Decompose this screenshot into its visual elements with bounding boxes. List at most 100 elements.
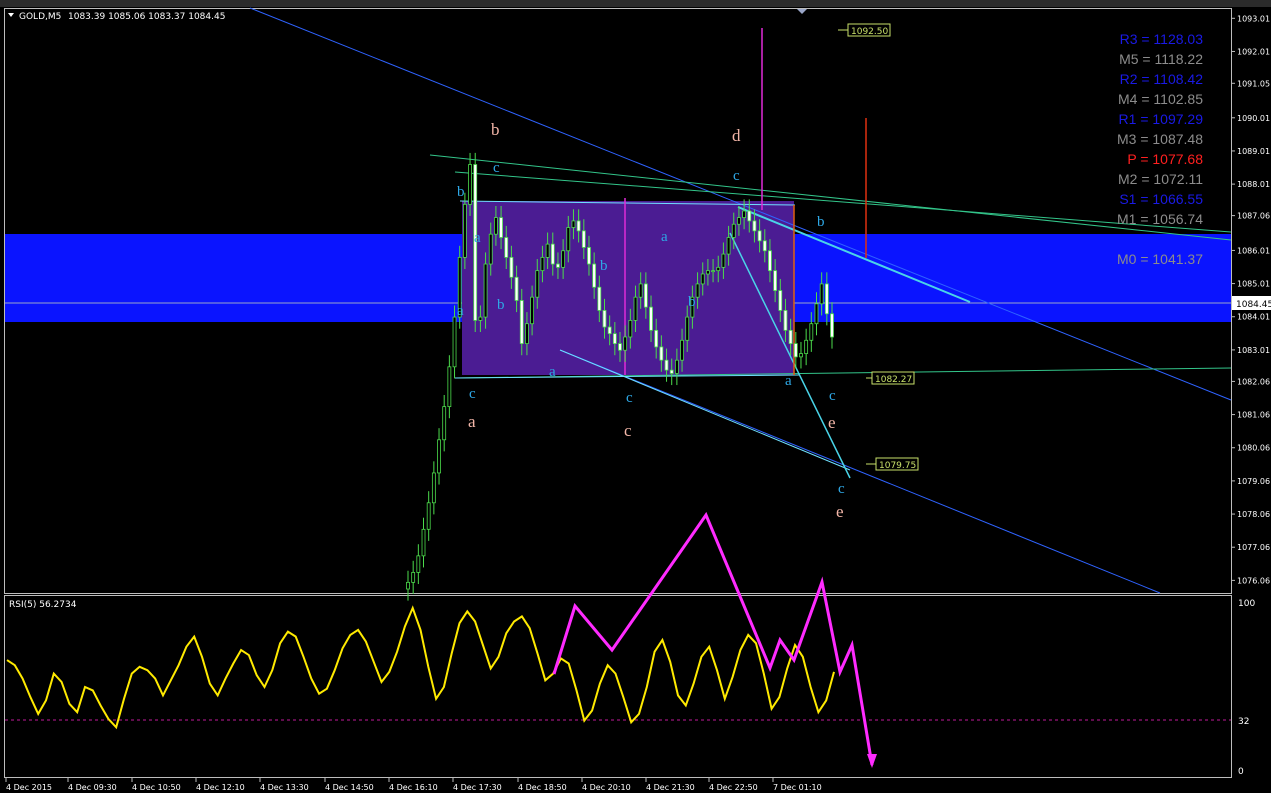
- candle-body: [556, 263, 560, 268]
- price-tick-label: 1090.01: [1237, 114, 1270, 123]
- candle-body: [426, 502, 431, 530]
- candle-body: [819, 283, 824, 305]
- pivot-level-label: M4 = 1102.85: [1118, 91, 1203, 107]
- pivot-level-label: M3 = 1087.48: [1117, 131, 1203, 147]
- candle-body: [468, 164, 472, 205]
- current-price-value: 1084.45: [1236, 300, 1271, 310]
- candle-body: [711, 270, 715, 273]
- wave-label: b: [497, 297, 505, 313]
- svg-text:32: 32: [1238, 717, 1249, 727]
- candle-body: [706, 270, 710, 275]
- wave-label: c: [829, 388, 836, 404]
- candle-body: [411, 572, 416, 583]
- candle-body: [618, 343, 622, 351]
- rsi-axis: 100 32 0: [1238, 599, 1255, 777]
- time-tick-label: 4 Dec 17:30: [453, 783, 502, 792]
- price-tick-label: 1088.01: [1237, 180, 1270, 189]
- wave-label: a: [785, 373, 792, 389]
- svg-text:1079.75: 1079.75: [879, 461, 916, 471]
- wave-label: c: [733, 168, 740, 184]
- price-tick-label: 1078.06: [1237, 510, 1270, 519]
- time-tick-label: 4 Dec 09:30: [68, 783, 117, 792]
- svg-text:1082.27: 1082.27: [875, 375, 912, 385]
- time-tick-label: 4 Dec 21:30: [646, 783, 695, 792]
- wave-label: b: [457, 184, 465, 200]
- candle-body: [633, 296, 638, 321]
- wave-label: c: [469, 386, 476, 402]
- price-tick-label: 1092.01: [1237, 47, 1270, 56]
- candle-body: [674, 359, 679, 374]
- candle-body: [747, 210, 752, 222]
- candle-body: [587, 247, 591, 265]
- rsi-title: RSI(5) 56.2734: [9, 600, 77, 610]
- pivot-level-label: R3 = 1128.03: [1120, 31, 1204, 47]
- candle-body: [488, 233, 493, 265]
- price-tick-label: 1091.05: [1237, 79, 1270, 88]
- current-price-tag: 1084.45: [1232, 296, 1271, 310]
- candle-body: [550, 243, 555, 265]
- candle-body: [793, 343, 798, 358]
- candle-body: [762, 240, 767, 252]
- candle-body: [494, 217, 498, 235]
- pivot-level-label: R2 = 1108.42: [1120, 71, 1204, 87]
- candle-body: [421, 528, 426, 557]
- svg-text:100: 100: [1238, 599, 1255, 609]
- wave-label: b: [600, 258, 608, 274]
- candle-body: [721, 253, 726, 268]
- price-tick-label: 1081.06: [1237, 411, 1270, 420]
- candle-body: [452, 316, 457, 368]
- candle-body: [623, 336, 628, 351]
- pivot-level-label: R1 = 1097.29: [1119, 111, 1204, 127]
- price-tick-label: 1093.01: [1237, 14, 1270, 23]
- candle-body: [799, 353, 803, 358]
- candle-body: [571, 220, 576, 228]
- time-tick-label: 4 Dec 22:50: [709, 783, 758, 792]
- price-tick-label: 1080.06: [1237, 444, 1270, 453]
- candle-body: [824, 283, 829, 315]
- wave-label: a: [474, 230, 481, 246]
- wave-label-d-pink: d: [732, 126, 741, 145]
- candle-body: [499, 217, 503, 238]
- time-tick-label: 7 Dec 01:10: [773, 783, 822, 792]
- pivot-level-label: M5 = 1118.22: [1119, 51, 1203, 67]
- candle-body: [514, 276, 519, 301]
- wave-label: a: [457, 303, 464, 319]
- pivot-level-label: S1 = 1066.55: [1119, 191, 1203, 207]
- candle-body: [545, 243, 550, 258]
- candle-body: [519, 300, 524, 345]
- wave-label-b-pink: b: [491, 120, 500, 139]
- candle-body: [406, 581, 410, 590]
- candle-body: [628, 319, 633, 338]
- candle-body: [462, 203, 467, 258]
- candle-body: [602, 310, 607, 328]
- wave-label: b: [817, 214, 825, 230]
- candle-body: [535, 270, 540, 298]
- price-tick-label: 1079.06: [1237, 477, 1270, 486]
- candle-body: [788, 329, 793, 345]
- wave-label-a-pink: a: [468, 412, 476, 431]
- candle-body: [638, 283, 643, 298]
- wave-label: a: [661, 229, 668, 245]
- candle-body: [442, 406, 447, 441]
- candle-body: [643, 283, 648, 308]
- symbol-header: GOLD,M5 1083.39 1085.06 1083.37 1084.45: [8, 12, 225, 22]
- candle-body: [447, 366, 452, 408]
- pivot-level-label: M0 = 1041.37: [1117, 251, 1203, 267]
- candle-body: [509, 256, 514, 278]
- trading-chart[interactable]: 1093.01 1092.01 1091.05 1090.01 1089.01 1088.…: [0, 0, 1271, 793]
- rsi-panel-frame: [4, 595, 1232, 778]
- wave-label-c-pink: c: [624, 421, 632, 440]
- time-tick-label: 4 Dec 13:30: [260, 783, 309, 792]
- wave-label: c: [626, 390, 633, 406]
- candle-body: [592, 263, 597, 288]
- pivot-level-label: M1 = 1056.74: [1117, 211, 1203, 227]
- candle-body: [685, 316, 690, 341]
- candle-body: [783, 310, 788, 331]
- candle-body: [700, 273, 705, 285]
- candle-body: [525, 323, 529, 345]
- candle-body: [814, 303, 819, 325]
- price-tick-label: 1084.01: [1237, 313, 1270, 322]
- pivot-level-label: P = 1077.68: [1127, 151, 1203, 167]
- candle-body: [664, 359, 669, 371]
- candle-body: [773, 270, 778, 291]
